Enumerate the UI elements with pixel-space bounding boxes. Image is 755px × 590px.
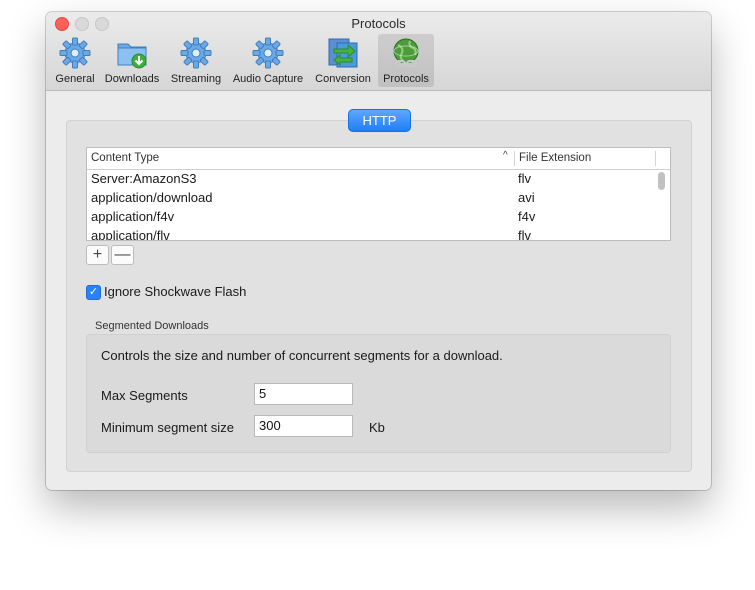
column-header-content-type[interactable]: Content Type	[87, 148, 516, 169]
toolbar-label: Downloads	[104, 73, 160, 85]
window-title: Protocols	[351, 16, 406, 31]
segmented-description: Controls the size and number of concurre…	[101, 348, 503, 363]
table-scrollbar[interactable]	[658, 172, 665, 190]
max-segments-field[interactable]: 5	[254, 383, 353, 405]
ignore-flash-checkbox[interactable]: ✓	[86, 285, 101, 300]
file-extension-cell: flv	[518, 171, 531, 186]
toolbar-label: General	[55, 73, 95, 85]
toolbar-item-general[interactable]: General	[52, 34, 98, 87]
toolbar-item-streaming[interactable]: Streaming	[166, 34, 226, 87]
toolbar-label: Audio Capture	[232, 73, 304, 85]
globe-link-icon	[393, 38, 419, 67]
ignore-flash-label[interactable]: Ignore Shockwave Flash	[104, 284, 246, 299]
max-segments-label: Max Segments	[101, 388, 188, 403]
table-row[interactable]: Server:AmazonS3 flv	[87, 170, 655, 189]
title-bar: Protocols General Downloads Streaming Au…	[46, 12, 711, 91]
file-extension-cell: avi	[518, 190, 535, 205]
min-segment-size-field[interactable]: 300	[254, 415, 353, 437]
tab-http[interactable]: HTTP	[348, 109, 411, 132]
table-header: Content Type ^ File Extension	[87, 148, 670, 170]
toolbar-label: Conversion	[315, 73, 371, 85]
segmented-downloads-title: Segmented Downloads	[95, 320, 209, 332]
toolbar-item-audio-capture[interactable]: Audio Capture	[228, 34, 308, 87]
file-extension-cell: f4v	[518, 209, 536, 224]
content-type-cell: application/flv	[91, 228, 170, 241]
gear-icon	[252, 37, 284, 69]
table-row[interactable]: application/f4v f4v	[87, 208, 655, 227]
min-segment-size-unit: Kb	[369, 420, 385, 435]
toolbar-item-conversion[interactable]: Conversion	[310, 34, 376, 87]
toolbar-item-protocols[interactable]: Protocols	[378, 34, 434, 87]
toolbar-item-downloads[interactable]: Downloads	[100, 34, 164, 87]
remove-row-button[interactable]: —	[111, 245, 134, 265]
gear-icon	[180, 37, 212, 69]
content-type-cell: application/download	[91, 190, 213, 205]
conversion-arrows-icon	[328, 38, 358, 68]
preferences-window: Protocols General Downloads Streaming Au…	[46, 12, 711, 490]
content-type-table[interactable]: Content Type ^ File Extension Server:Ama…	[86, 147, 671, 241]
column-header-file-extension[interactable]: File Extension	[515, 148, 657, 169]
sort-ascending-icon: ^	[503, 150, 508, 161]
add-row-button[interactable]: +	[86, 245, 109, 265]
toolbar-label: Protocols	[383, 73, 429, 85]
download-folder-icon	[117, 43, 147, 69]
table-row[interactable]: application/download avi	[87, 189, 655, 208]
gear-icon	[59, 37, 91, 69]
toolbar-label: Streaming	[170, 73, 222, 85]
file-extension-cell: flv	[518, 228, 531, 241]
table-body: Server:AmazonS3 flv application/download…	[87, 170, 655, 241]
table-row[interactable]: application/flv flv	[87, 227, 655, 241]
content-type-cell: application/f4v	[91, 209, 175, 224]
min-segment-size-label: Minimum segment size	[101, 420, 234, 435]
column-divider[interactable]	[655, 151, 656, 166]
content-type-cell: Server:AmazonS3	[91, 171, 197, 186]
